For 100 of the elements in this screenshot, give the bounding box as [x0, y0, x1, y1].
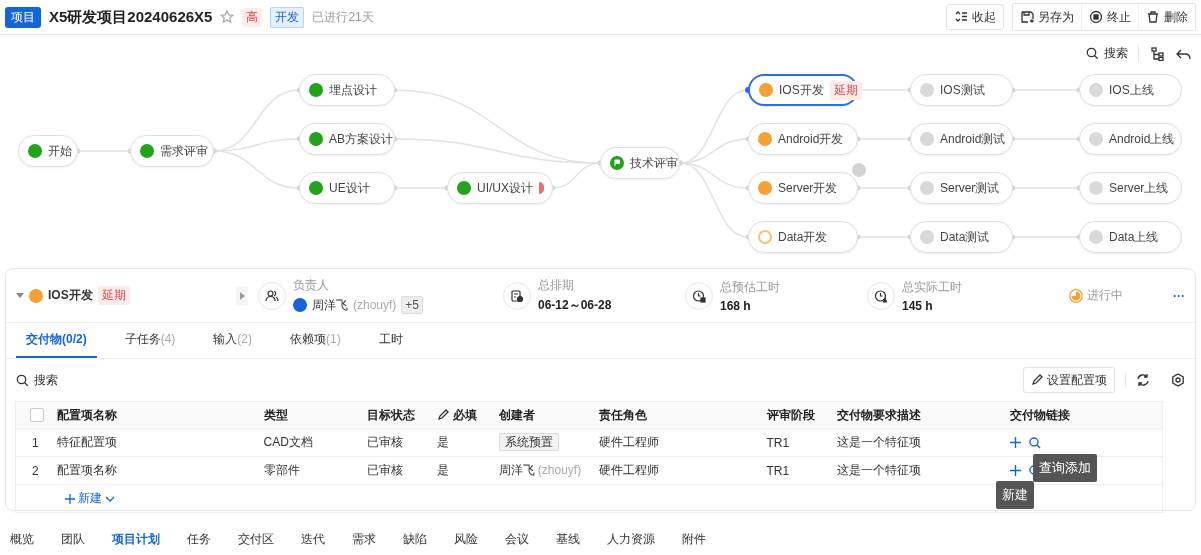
search-button[interactable]: 搜索 — [1086, 45, 1139, 62]
node-label: Data上线 — [1109, 228, 1159, 246]
nav-tab[interactable]: 风险 — [454, 531, 478, 548]
nav-tab[interactable]: 迭代 — [301, 531, 325, 548]
search-icon[interactable] — [1028, 436, 1041, 449]
tree-icon[interactable] — [1151, 46, 1164, 61]
trash-icon — [1146, 10, 1160, 24]
config-button[interactable]: 设置配置项 — [1023, 367, 1115, 393]
column-header: 必填 — [430, 401, 493, 429]
user-id: (zhouyf) — [353, 298, 397, 312]
nav-tab[interactable]: 概览 — [10, 531, 34, 548]
flow-node[interactable]: Data测试 — [910, 221, 1013, 253]
add-icon[interactable] — [1009, 465, 1021, 476]
search-icon — [1086, 47, 1099, 60]
column-header: 创建者 — [492, 401, 593, 429]
table-cell: 这是一个特征项 — [830, 428, 1004, 457]
tab[interactable]: 输入(2) — [203, 323, 263, 358]
table-cell: 是 — [430, 456, 493, 485]
column-header: 评审阶段 — [760, 401, 831, 429]
column-header: 目标状态 — [360, 401, 431, 429]
node-label: IOS测试 — [940, 81, 985, 99]
flow-node[interactable]: IOS测试 — [910, 74, 1013, 106]
system-tag: 系统预置 — [498, 433, 559, 451]
flow-node[interactable]: UE设计 — [299, 172, 395, 204]
node-label: Android测试 — [940, 130, 1006, 148]
refresh-icon[interactable] — [1136, 373, 1150, 387]
project-title: X5研发项目20240626X5 — [49, 7, 213, 27]
nav-tab[interactable]: 会议 — [505, 531, 529, 548]
flow-node[interactable]: Android开发 — [748, 123, 858, 155]
field-value: 06-12～06-28 — [538, 297, 612, 314]
nav-tab[interactable]: 项目计划 — [112, 531, 160, 548]
flow-node[interactable]: Server上线 — [1079, 172, 1182, 204]
node-label: Data测试 — [940, 228, 990, 246]
nav-tab[interactable]: 基线 — [556, 531, 580, 548]
tab[interactable]: 交付物(0/2) — [16, 323, 97, 358]
connector-line — [1010, 136, 1082, 142]
field-label: 总预估工时 — [720, 278, 780, 296]
more-count[interactable]: +5 — [401, 296, 424, 314]
save-icon — [1020, 10, 1034, 24]
flow-node[interactable]: 埋点设计 — [299, 74, 395, 106]
table-cell: 已审核 — [360, 428, 431, 457]
column-header: 交付物要求描述 — [830, 401, 1004, 429]
action-button[interactable]: 收起 — [946, 4, 1004, 30]
flow-node[interactable]: Data上线 — [1079, 221, 1182, 253]
tab[interactable]: 工时 — [368, 323, 413, 358]
action-button[interactable]: 删除 — [1138, 4, 1195, 30]
table-cell: CAD文档 — [257, 428, 361, 457]
field-label: 总排期 — [538, 277, 575, 294]
add-icon[interactable] — [1009, 437, 1021, 448]
more-button[interactable]: ··· — [1173, 288, 1185, 303]
flow-node[interactable]: IOS上线 — [1079, 74, 1182, 106]
settings-icon[interactable] — [1171, 373, 1185, 387]
flow-node[interactable]: 开始 — [18, 135, 78, 167]
nav-tab[interactable]: 人力资源 — [607, 531, 655, 548]
nav-tab[interactable]: 交付区 — [238, 531, 274, 548]
user-id: (zhouyf) — [537, 463, 582, 477]
table-cell: 硬件工程师 — [592, 456, 761, 485]
node-label: UI/UX设计 — [477, 179, 533, 197]
delay-tag: 延期 — [829, 80, 862, 100]
table-cell: 配置项名称 — [50, 456, 258, 485]
table-cell: TR1 — [760, 456, 831, 485]
nav-tab[interactable]: 附件 — [682, 531, 706, 548]
node-label: IOS上线 — [1109, 81, 1154, 99]
node-label: UE设计 — [329, 179, 370, 197]
add-button[interactable]: 新建 — [65, 490, 115, 507]
elapsed-text: 已进行21天 — [312, 8, 374, 26]
flow-node[interactable]: Android上线 — [1079, 123, 1182, 155]
table-cell: 硬件工程师 — [592, 428, 761, 457]
table-cell: 是 — [430, 428, 493, 457]
table-cell: 已审核 — [360, 456, 431, 485]
collapse-icon — [954, 10, 968, 24]
table-cell: 零部件 — [257, 456, 361, 485]
pencil-icon — [1031, 374, 1043, 386]
delay-tag: 延期 — [97, 286, 130, 305]
tab[interactable]: 依赖项(1) — [280, 323, 351, 358]
flow-node[interactable]: Android测试 — [910, 123, 1013, 155]
flow-node[interactable]: UI/UX设计 — [447, 172, 553, 204]
nav-tab[interactable]: 任务 — [187, 531, 211, 548]
nav-tab[interactable]: 团队 — [61, 531, 85, 548]
star-icon[interactable] — [220, 10, 235, 24]
flow-node[interactable]: Server测试 — [910, 172, 1013, 204]
flow-node[interactable]: Server开发 — [748, 172, 858, 204]
nav-tab[interactable]: 缺陷 — [403, 531, 427, 548]
tab[interactable]: 子任务(4) — [114, 323, 186, 358]
node-label: Server测试 — [940, 179, 1000, 197]
caret-icon[interactable] — [16, 292, 24, 299]
task-title: IOS开发 — [48, 287, 93, 304]
field-value: 168 h — [720, 298, 752, 313]
flow-node[interactable]: AB方案设计 — [299, 123, 395, 155]
nav-tab[interactable]: 需求 — [352, 531, 376, 548]
flow-node[interactable]: Data开发 — [748, 221, 858, 253]
column-header: 类型 — [257, 401, 361, 429]
flow-node[interactable]: 需求评审 — [130, 135, 214, 167]
undo-icon[interactable] — [1176, 47, 1191, 60]
column-header: 配置项名称 — [50, 401, 258, 429]
expand-button[interactable] — [236, 286, 248, 305]
flow-node[interactable]: 技术评审 — [600, 147, 680, 179]
avatar — [293, 298, 307, 312]
priority-tag: 高 — [242, 7, 263, 27]
checkbox[interactable] — [30, 408, 44, 422]
